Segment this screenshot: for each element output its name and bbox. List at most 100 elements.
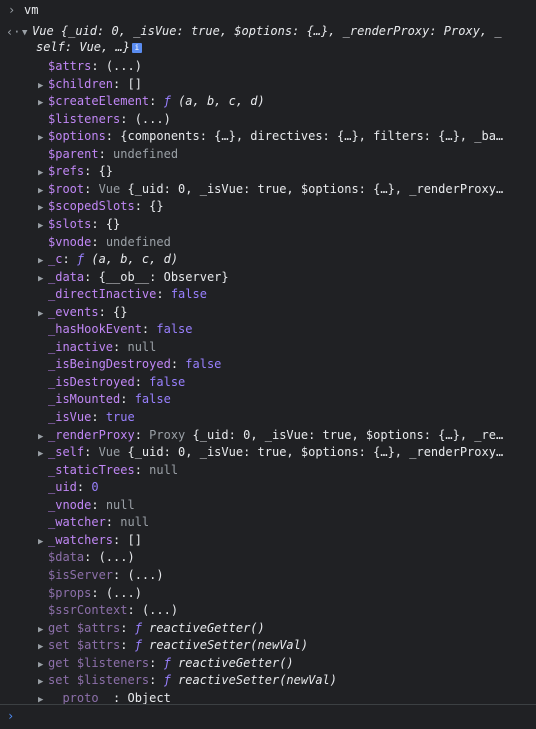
property-name: _data: [48, 269, 85, 284]
property-name: _isBeingDestroyed: [48, 357, 171, 372]
colon-separator: :: [120, 620, 135, 635]
property-name: _isMounted: [48, 392, 121, 407]
property-value: {}: [105, 216, 121, 231]
console-input-caret-icon[interactable]: ›: [7, 708, 14, 726]
property-name: _renderProxy: [48, 427, 135, 442]
colon-separator: :: [91, 410, 106, 424]
colon-separator: :: [149, 673, 164, 688]
property-value: Vue {_uid: 0, _isVue: true, $options: {……: [99, 445, 504, 459]
property-row[interactable]: _isBeingDestroyed: false: [38, 356, 536, 374]
property-name: $parent: [48, 146, 99, 161]
property-row[interactable]: _uid: 0: [38, 479, 536, 497]
colon-separator: :: [120, 111, 135, 126]
function-signature: reactiveSetter(newVal): [178, 673, 338, 688]
class-name: Proxy: [149, 427, 193, 442]
property-row[interactable]: _isDestroyed: false: [38, 374, 536, 392]
colon-separator: :: [127, 603, 142, 618]
property-row[interactable]: _inactive: null: [38, 339, 536, 357]
property-name: _watchers: [48, 532, 114, 547]
function-signature: reactiveSetter(newVal): [149, 638, 309, 653]
object-preview: {_uid: 0, _isVue: true, $options: {…}, _…: [127, 445, 504, 460]
colon-separator: :: [84, 445, 99, 460]
colon-separator: :: [91, 216, 106, 231]
property-value: Proxy {_uid: 0, _isVue: true, $options: …: [149, 428, 503, 442]
property-value: 0: [91, 480, 99, 495]
colon-separator: :: [113, 567, 128, 582]
property-row[interactable]: $ssrContext: (...): [38, 602, 536, 620]
property-name: $createElement: [48, 94, 150, 109]
property-row[interactable]: _directInactive: false: [38, 286, 536, 304]
property-name: _vnode: [48, 497, 92, 512]
function-icon: ƒ: [134, 620, 150, 635]
function-signature: (a, b, c, d): [91, 252, 179, 267]
property-row[interactable]: $parent: undefined: [38, 146, 536, 164]
property-name: _directInactive: [48, 287, 157, 302]
colon-separator: :: [84, 164, 99, 179]
property-value: (...): [141, 603, 179, 618]
expand-arrow-icon[interactable]: ▶: [38, 692, 48, 710]
property-row[interactable]: $data: (...): [38, 549, 536, 567]
property-name: $refs: [48, 164, 85, 179]
property-row[interactable]: _isMounted: false: [38, 391, 536, 409]
property-row[interactable]: $attrs: (...): [38, 58, 536, 76]
colon-separator: :: [149, 655, 164, 670]
colon-separator: :: [91, 234, 106, 249]
property-row[interactable]: _watcher: null: [38, 514, 536, 532]
property-value: []: [127, 532, 142, 547]
property-value: {}: [149, 199, 164, 214]
property-value: {components: {…}, directives: {…}, filte…: [120, 129, 504, 144]
colon-separator: :: [84, 181, 99, 196]
property-row[interactable]: $isServer: (...): [38, 567, 536, 585]
property-name: _isVue: [48, 410, 92, 424]
property-name: _uid: [48, 480, 77, 495]
function-icon: ƒ: [76, 252, 92, 267]
property-value: {}: [98, 164, 114, 179]
property-name: get $listeners: [48, 655, 150, 670]
property-value: ƒ (a, b, c, d): [164, 94, 265, 108]
object-preview: {_uid: 0, _isVue: true, $options: {…}, _…: [127, 181, 504, 196]
property-name: _staticTrees: [48, 462, 135, 477]
property-name: __proto__: [48, 690, 114, 705]
property-name: _isDestroyed: [48, 374, 135, 389]
colon-separator: :: [141, 322, 157, 337]
info-icon[interactable]: i: [131, 42, 142, 53]
property-value: false: [134, 392, 171, 407]
expand-toggle-icon[interactable]: ▼: [22, 25, 32, 43]
colon-separator: :: [134, 427, 150, 442]
property-row[interactable]: _vnode: null: [38, 497, 536, 515]
property-name: $vnode: [48, 234, 92, 249]
property-name: $scopedSlots: [48, 199, 135, 214]
property-row[interactable]: $props: (...): [38, 585, 536, 603]
property-value: false: [170, 287, 207, 302]
property-row[interactable]: $vnode: undefined: [38, 234, 536, 252]
property-name: $root: [48, 181, 85, 196]
property-row[interactable]: ▶ __proto__: Object: [38, 690, 536, 710]
property-value: false: [185, 357, 222, 372]
colon-separator: :: [76, 480, 92, 495]
property-value: false: [149, 374, 186, 389]
function-icon: ƒ: [163, 94, 179, 109]
property-name: $slots: [48, 216, 92, 231]
property-value: Object: [127, 690, 171, 705]
property-value: {}: [113, 304, 128, 319]
function-signature: reactiveGetter(): [178, 655, 294, 670]
property-name: _inactive: [48, 339, 114, 354]
property-value: (...): [127, 567, 164, 582]
colon-separator: :: [98, 146, 114, 161]
colon-separator: :: [105, 515, 121, 530]
property-value: []: [127, 76, 142, 91]
property-row[interactable]: _isVue: true: [38, 409, 536, 427]
property-row[interactable]: $listeners: (...): [38, 111, 536, 129]
colon-separator: :: [84, 550, 99, 565]
property-name: $ssrContext: [48, 603, 128, 618]
devtools-console: › vm ‹· ▼ Vue {_uid: 0, _isVue: true, $op…: [0, 0, 536, 729]
property-value: null: [127, 339, 157, 354]
colon-separator: :: [113, 339, 128, 354]
input-prompt-icon: ›: [8, 3, 16, 17]
property-row[interactable]: _hasHookEvent: false: [38, 321, 536, 339]
property-row[interactable]: _staticTrees: null: [38, 462, 536, 480]
property-value: Vue {_uid: 0, _isVue: true, $options: {……: [99, 182, 504, 196]
property-value: null: [120, 515, 150, 530]
property-value: false: [156, 322, 193, 337]
colon-separator: :: [113, 532, 128, 547]
